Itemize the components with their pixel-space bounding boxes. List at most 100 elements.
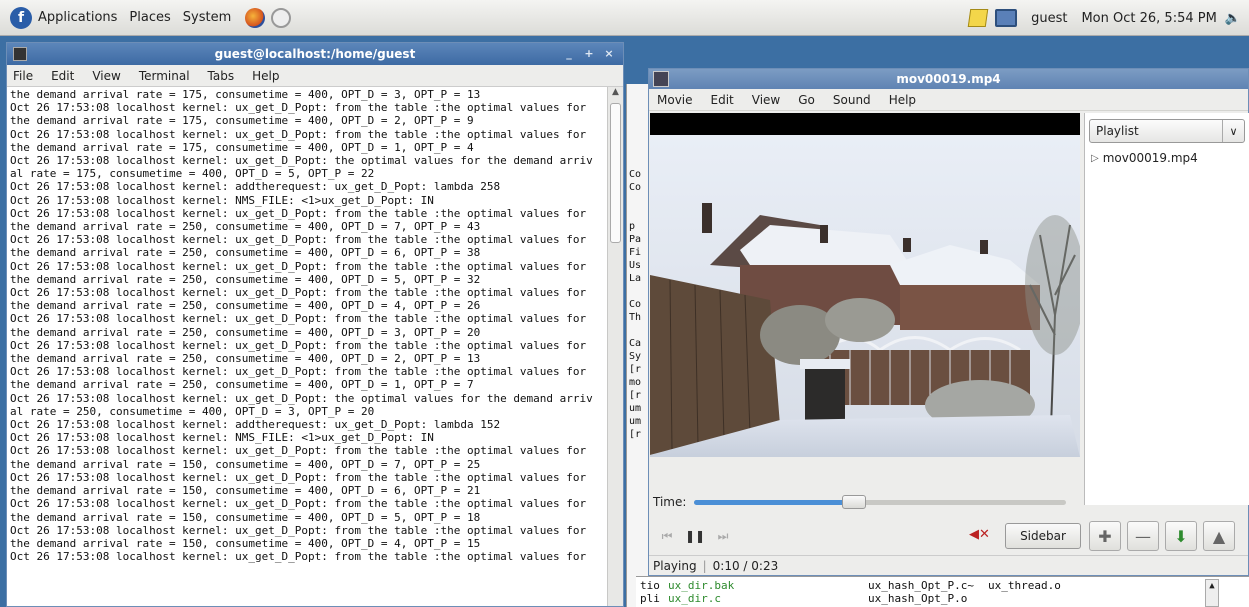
file-entry[interactable]: ux_dir.c: [668, 592, 721, 605]
minimize-icon[interactable]: _: [561, 46, 577, 61]
terminal-line: Oct 26 17:53:08 localhost kernel: ux_get…: [10, 550, 587, 564]
terminal-line: the demand arrival rate = 250, consumeti…: [10, 299, 481, 313]
sidebar-panel-select[interactable]: Playlist ∨: [1089, 119, 1245, 143]
status-separator: |: [702, 558, 707, 573]
player-titlebar[interactable]: mov00019.mp4: [649, 69, 1248, 89]
terminal-line: the demand arrival rate = 250, consumeti…: [10, 378, 474, 392]
close-icon[interactable]: ×: [601, 46, 617, 61]
sidebar-toggle-button[interactable]: Sidebar: [1005, 523, 1081, 549]
time-row: Time:: [653, 493, 1081, 511]
menu-view[interactable]: View: [92, 69, 120, 83]
terminal-line: Oct 26 17:53:08 localhost kernel: ux_get…: [10, 101, 587, 115]
terminal-line: Oct 26 17:53:08 localhost kernel: ux_get…: [10, 286, 587, 300]
menu-movie[interactable]: Movie: [657, 93, 693, 107]
terminal-window: guest@localhost:/home/guest _ + × File E…: [6, 42, 624, 607]
file-list-scrollbar[interactable]: ▲: [1205, 579, 1219, 607]
background-text-line: Co: [629, 182, 642, 193]
menu-terminal[interactable]: Terminal: [139, 69, 190, 83]
scroll-up-icon[interactable]: ▲: [608, 87, 623, 101]
terminal-line: Oct 26 17:53:08 localhost kernel: ux_get…: [10, 497, 587, 511]
move-up-button[interactable]: ▲: [1203, 521, 1235, 551]
background-text-line: p: [629, 221, 636, 232]
video-frame-snowy-garden: [650, 135, 1080, 457]
sidebar-panel-select-value: Playlist: [1096, 124, 1139, 138]
background-text-line: Ca: [629, 338, 642, 349]
playlist-item-label: mov00019.mp4: [1102, 151, 1198, 165]
terminal-line: the demand arrival rate = 150, consumeti…: [10, 510, 481, 524]
network-launcher-icon[interactable]: [271, 7, 292, 28]
terminal-line: Oct 26 17:53:08 localhost kernel: ux_get…: [10, 523, 587, 537]
terminal-line: the demand arrival rate = 250, consumeti…: [10, 220, 481, 234]
background-text-line: Sy: [629, 351, 642, 362]
pause-icon[interactable]: ❚❚: [681, 529, 709, 543]
terminal-line: the demand arrival rate = 175, consumeti…: [10, 114, 474, 128]
firefox-launcher-icon[interactable]: [245, 7, 266, 28]
terminal-titlebar[interactable]: guest@localhost:/home/guest _ + ×: [7, 43, 623, 65]
user-switcher[interactable]: guest: [1031, 11, 1067, 26]
minus-icon: —: [1135, 526, 1151, 546]
terminal-line: the demand arrival rate = 150, consumeti…: [10, 457, 481, 471]
file-entry[interactable]: ux_hash_Opt_P.o: [868, 592, 967, 605]
background-text-line: mo: [629, 377, 642, 388]
seek-progress: [694, 499, 855, 505]
menu-tabs[interactable]: Tabs: [208, 69, 235, 83]
system-menu[interactable]: System: [183, 10, 231, 25]
terminal-line: Oct 26 17:53:08 localhost kernel: ux_get…: [10, 365, 587, 379]
menu-edit[interactable]: Edit: [711, 93, 734, 107]
terminal-line: Oct 26 17:53:08 localhost kernel: ux_get…: [10, 391, 593, 405]
playlist-item[interactable]: ▷ mov00019.mp4: [1091, 151, 1249, 165]
file-list-window: tio ux_dir.bak ux_hash_Opt_P.c~ ux_threa…: [636, 576, 1249, 607]
panel-tray: guest Mon Oct 26, 5:54 PM 🔈: [967, 0, 1241, 36]
scrollbar-thumb[interactable]: [610, 103, 621, 243]
seek-bar[interactable]: [694, 494, 1067, 509]
file-entry[interactable]: ux_hash_Opt_P.c~: [868, 579, 974, 592]
applications-menu[interactable]: Applications: [38, 10, 117, 25]
terminal-line: Oct 26 17:53:08 localhost kernel: ux_get…: [10, 444, 587, 458]
background-window[interactable]: Co Co p Pa Fi Us La Co Th Ca Sy [r mo [r um um [r: [626, 84, 650, 607]
background-text-line: [629, 194, 650, 207]
seek-handle[interactable]: [842, 494, 867, 509]
menu-help[interactable]: Help: [889, 93, 916, 107]
background-text-line: Us: [629, 260, 642, 271]
places-menu[interactable]: Places: [129, 10, 170, 25]
background-text-line: [r: [629, 390, 642, 401]
cut-text: pli: [640, 592, 660, 605]
background-text-line: [r: [629, 364, 642, 375]
file-entry[interactable]: ux_thread.o: [988, 579, 1061, 592]
previous-icon[interactable]: ⏮: [653, 529, 681, 544]
sidebar-button-label: Sidebar: [1020, 529, 1066, 543]
terminal-line: Oct 26 17:53:08 localhost kernel: addthe…: [10, 418, 501, 432]
terminal-line: Oct 26 17:53:08 localhost kernel: ux_get…: [10, 259, 587, 273]
terminal-line: the demand arrival rate = 250, consumeti…: [10, 246, 481, 260]
background-text-line: Pa: [629, 234, 642, 245]
add-to-playlist-button[interactable]: ✚: [1089, 521, 1121, 551]
next-icon[interactable]: ⏭: [709, 529, 737, 544]
volume-icon[interactable]: 🔈: [1225, 11, 1241, 26]
display-icon[interactable]: [995, 9, 1018, 27]
maximize-icon[interactable]: +: [581, 46, 597, 61]
terminal-line: Oct 26 17:53:08 localhost kernel: NMS_FI…: [10, 193, 434, 207]
menu-edit[interactable]: Edit: [51, 69, 74, 83]
terminal-line: Oct 26 17:53:08 localhost kernel: ux_get…: [10, 312, 587, 326]
volume-muted-icon[interactable]: ◀✕: [969, 527, 990, 542]
menu-sound[interactable]: Sound: [833, 93, 871, 107]
notes-icon[interactable]: [967, 9, 989, 27]
terminal-window-controls: _ + ×: [561, 46, 617, 61]
terminal-output[interactable]: the demand arrival rate = 175, consumeti…: [7, 87, 607, 606]
chevron-down-icon[interactable]: ∨: [1222, 120, 1244, 142]
remove-from-playlist-button[interactable]: —: [1127, 521, 1159, 551]
scroll-up-icon[interactable]: ▲: [1209, 581, 1214, 591]
play-indicator-icon: ▷: [1091, 152, 1099, 164]
file-entry[interactable]: ux_dir.bak: [668, 579, 734, 592]
menu-go[interactable]: Go: [798, 93, 815, 107]
player-title: mov00019.mp4: [896, 72, 1001, 86]
menu-file[interactable]: File: [13, 69, 33, 83]
fedora-logo-icon[interactable]: f: [10, 6, 32, 29]
menu-help[interactable]: Help: [252, 69, 279, 83]
clock[interactable]: Mon Oct 26, 5:54 PM: [1081, 11, 1216, 26]
video-area[interactable]: [650, 113, 1080, 457]
save-playlist-button[interactable]: ⬇: [1165, 521, 1197, 551]
terminal-scrollbar[interactable]: ▲: [607, 87, 623, 606]
menu-view[interactable]: View: [752, 93, 780, 107]
terminal-line: al rate = 250, consumetime = 400, OPT_D …: [10, 404, 375, 418]
